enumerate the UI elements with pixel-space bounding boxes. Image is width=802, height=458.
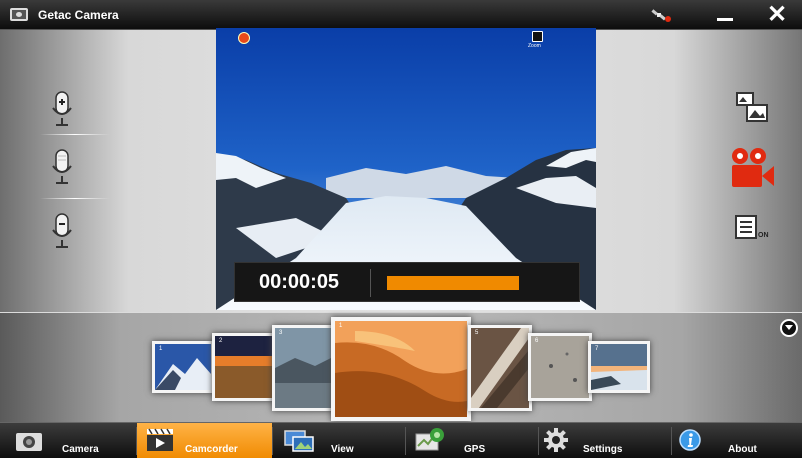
mic-icon[interactable] [46, 148, 78, 188]
thumbnail-selected[interactable]: 1 [331, 317, 471, 421]
main-area: Zoom 00:00:05 ON [0, 28, 802, 312]
close-button[interactable]: ✕ [762, 2, 792, 28]
divider [40, 134, 110, 135]
divider [370, 269, 371, 297]
divider [40, 198, 110, 199]
thumbnail[interactable]: 5 [468, 325, 532, 411]
thumbnail-index: 1 [339, 323, 343, 329]
minimize-button[interactable] [712, 4, 738, 26]
thumbnail-image [275, 328, 335, 408]
thumbnail-image [531, 336, 589, 398]
thumbnail-image [155, 344, 211, 390]
tab-settings[interactable]: Settings [539, 423, 671, 458]
mic-volume-up-icon[interactable] [46, 90, 78, 130]
thumbnail-image [471, 328, 529, 408]
zoom-label: Zoom [528, 43, 541, 49]
tab-camera[interactable]: Camera [0, 423, 136, 458]
photo-switch-icon[interactable] [724, 88, 776, 132]
mic-volume-down-icon[interactable] [46, 212, 78, 252]
thumbnail[interactable]: 1 [152, 341, 214, 393]
thumbnail-index: 5 [475, 330, 479, 336]
gps-satellite-status-icon [651, 9, 671, 22]
tab-label: Settings [583, 444, 623, 455]
tab-view[interactable]: View [273, 423, 405, 458]
tab-label: Camera [62, 444, 99, 455]
thumbnail-image [215, 336, 273, 398]
thumbnail-index: 6 [535, 338, 539, 344]
thumbnail-index: 7 [595, 346, 599, 352]
thumbnail-image [591, 344, 647, 390]
tab-camcorder[interactable]: Camcorder [137, 423, 272, 458]
title-bar: Getac Camera ✕ [0, 0, 802, 30]
filmstrip-collapse-button[interactable] [780, 319, 798, 337]
camcorder-record-icon[interactable] [724, 146, 776, 190]
thumbnail[interactable]: 2 [212, 333, 276, 401]
thumbnail[interactable]: 7 [588, 341, 650, 393]
gear-icon [544, 428, 568, 452]
camera-icon [16, 433, 42, 451]
zoom-icon [532, 31, 543, 42]
thumbnail[interactable]: 6 [528, 333, 592, 401]
thumbnail-index: 1 [159, 346, 163, 352]
tab-label: Camcorder [185, 444, 238, 455]
gps-map-icon [415, 428, 444, 451]
camera-viewfinder[interactable]: Zoom 00:00:05 [216, 28, 596, 310]
window-title: Getac Camera [38, 8, 119, 22]
tab-gps[interactable]: GPS [406, 423, 538, 458]
recording-timecode: 00:00:05 [259, 271, 340, 293]
info-overlay-toggle-button[interactable]: ON [724, 208, 776, 252]
info-overlay-on-label: ON [758, 232, 769, 239]
thumbnail[interactable]: 3 [272, 325, 338, 411]
bottom-navigation: Camera Camcorder View GPS Settings About [0, 422, 802, 458]
recording-status-bar: 00:00:05 [234, 262, 580, 302]
recording-progress-bar [387, 276, 519, 290]
tab-label: GPS [464, 444, 486, 455]
tab-label: About [728, 444, 757, 455]
thumbnail-image [335, 321, 467, 417]
thumbnail-filmstrip: 1 2 3 1 5 6 7 [0, 312, 802, 422]
info-overlay-on-icon [735, 215, 757, 239]
gallery-icon [284, 430, 314, 452]
info-icon [679, 429, 701, 451]
thumbnail-index: 2 [219, 338, 223, 344]
thumbnail-index: 3 [279, 330, 283, 336]
tab-label: View [331, 444, 354, 455]
camera-app-icon [10, 8, 28, 21]
recording-indicator-icon [238, 32, 250, 44]
tab-about[interactable]: About [672, 423, 802, 458]
clapperboard-icon [147, 428, 173, 451]
